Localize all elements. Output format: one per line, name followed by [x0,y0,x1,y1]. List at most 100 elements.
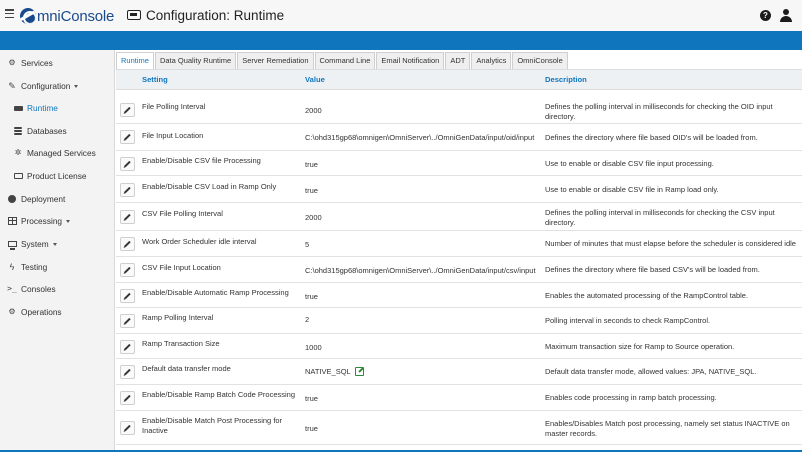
table-row: CSV File Polling Interval 2000 Defines t… [116,203,802,231]
tab-server-remediation[interactable]: Server Remediation [237,52,314,69]
top-header: mniConsole Configuration: Runtime ? [0,0,802,31]
sidebar-item-services[interactable]: ⚙ Services [0,54,115,72]
header-band [0,31,802,50]
edit-button[interactable] [120,340,135,354]
omniconsole-logo[interactable]: mniConsole [20,4,114,28]
setting-name: CSV File Input Location [142,263,221,272]
edit-button[interactable] [120,365,135,379]
pencil-icon [124,317,131,325]
sidebar-item-operations[interactable]: ⚙ Operations [0,303,115,321]
sidebar-item-managed-services[interactable]: ✲ Managed Services [0,144,115,162]
sidebar-item-system[interactable]: System [0,235,115,253]
edit-button[interactable] [120,157,135,171]
edit-button[interactable] [120,263,135,277]
setting-value: true [305,424,318,433]
pencil-icon [124,266,131,274]
chevron-down-icon [66,220,71,224]
pencil-icon [124,343,131,351]
sidebar-item-label: Product License [27,171,87,181]
table-row: Enable/Disable CSV Load in Ramp Only tru… [116,176,802,203]
table-header: Setting Value Description [116,69,802,90]
cogs-icon: ⚙ [8,307,16,316]
database-icon [13,126,23,136]
setting-description: Use to enable or disable CSV file input … [545,159,714,168]
page-title: Configuration: Runtime [146,8,285,23]
edit-button[interactable] [120,289,135,303]
setting-description: Enables code processing in ramp batch pr… [545,393,717,402]
wrench-icon: ✎ [8,81,16,91]
setting-value: 5 [305,240,310,249]
setting-name: Enable/Disable Ramp Batch Code Processin… [142,390,295,399]
sidebar-item-product-license[interactable]: Product License [0,167,115,185]
setting-description: Use to enable or disable CSV file in Ram… [545,185,719,194]
edit-button[interactable] [120,314,135,328]
edit-button[interactable] [120,391,135,405]
setting-value: 1000 [305,343,322,352]
ramp-polling-interval-input[interactable] [305,315,365,324]
table-icon [7,216,17,226]
sidebar-item-processing[interactable]: Processing [0,212,115,230]
sidebar-item-configuration[interactable]: ✎ Configuration [0,77,115,95]
table-row: Default data transfer mode NATIVE_SQL De… [116,359,802,385]
setting-name: Enable/Disable CSV file Processing [142,156,261,165]
setting-name: File Polling Interval [142,102,206,111]
user-icon[interactable] [780,9,792,22]
edit-button[interactable] [120,130,135,144]
edit-button[interactable] [120,183,135,197]
tab-data-quality-runtime[interactable]: Data Quality Runtime [154,52,237,69]
pencil-icon [124,133,131,141]
setting-description: Default data transfer mode, allowed valu… [545,367,757,376]
display-icon [13,103,23,113]
setting-name: Work Order Scheduler idle interval [142,237,257,246]
tab-analytics[interactable]: Analytics [471,52,512,69]
sidebar-item-consoles[interactable]: >_ Consoles [0,280,115,298]
tab-command-line[interactable]: Command Line [314,52,376,69]
license-icon [13,171,23,181]
tab-email-notification[interactable]: Email Notification [376,52,445,69]
sidebar-item-testing[interactable]: ϟ Testing [0,258,115,276]
sidebar-item-label: Managed Services [27,148,96,158]
edit-button[interactable] [120,210,135,224]
table-row: CSV File Input Location C:\ohd315gp68\om… [116,257,802,283]
setting-name: Ramp Polling Interval [142,313,214,322]
pencil-icon [124,240,131,248]
setting-description: Maximum transaction size for Ramp to Sou… [545,342,735,351]
sidebar-item-deployment[interactable]: Deployment [0,190,115,208]
setting-description: Enables/Disables Match post processing, … [545,419,790,438]
edit-button[interactable] [120,421,135,435]
column-header-value: Value [305,75,325,84]
edit-square-icon[interactable] [354,367,364,376]
terminal-icon: >_ [7,284,17,293]
tab-adt[interactable]: ADT [445,52,471,69]
edit-button[interactable] [120,237,135,251]
sidebar-item-label: Services [21,58,53,68]
setting-description: Number of minutes that must elapse befor… [545,239,796,248]
sidebar-item-runtime[interactable]: Runtime [0,99,115,117]
setting-name: Enable/Disable CSV Load in Ramp Only [142,182,277,191]
sidebar-item-label: Testing [21,262,48,272]
table-row: Work Order Scheduler idle interval 5 Num… [116,231,802,257]
setting-value: C:\ohd315gp68\omnigen\OmniServer\../Omni… [305,266,536,275]
pencil-icon [124,292,131,300]
table-row: Enable/Disable CSV file Processing true … [116,151,802,176]
hamburger-menu-icon[interactable] [5,9,14,19]
question-circle-icon[interactable]: ? [760,10,771,21]
setting-name: CSV File Polling Interval [142,209,223,218]
setting-description: Polling interval in seconds to check Ram… [545,316,711,325]
table-row: File Input Location C:\ohd315gp68\omnige… [116,124,802,151]
pencil-icon [124,368,131,376]
gear-icon: ✲ [14,148,22,157]
display-icon [127,10,141,20]
table-row: File Polling Interval 2000 Defines the p… [116,96,802,124]
pencil-icon [124,186,131,194]
edit-button[interactable] [120,103,135,117]
setting-name: Default data transfer mode [142,364,231,373]
sidebar-item-label: System [21,239,49,249]
tab-omniconsole[interactable]: OmniConsole [512,52,568,69]
sidebar-item-databases[interactable]: Databases [0,122,115,140]
setting-value: true [305,292,318,301]
tab-runtime[interactable]: Runtime [116,52,154,69]
setting-value: true [305,394,318,403]
sidebar-item-label: Consoles [21,284,56,294]
setting-name: Ramp Transaction Size [142,339,220,348]
